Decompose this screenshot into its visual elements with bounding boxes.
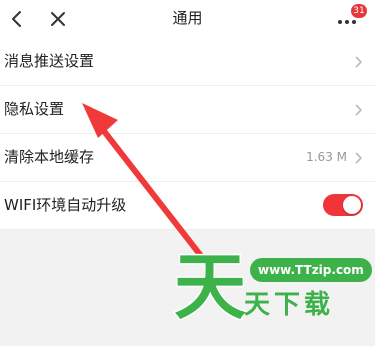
chevron-right-icon [355, 104, 363, 116]
settings-row-push[interactable]: 消息推送设置 [0, 38, 375, 86]
row-label: WIFI环境自动升级 [4, 196, 127, 214]
top-bar: 通用 31 [0, 0, 375, 38]
chevron-right-icon [355, 56, 363, 68]
row-label: 清除本地缓存 [4, 148, 95, 166]
wifi-upgrade-toggle[interactable] [323, 194, 363, 216]
cache-size-value: 1.63 M [306, 150, 347, 164]
page-title: 通用 [172, 9, 203, 27]
notification-badge: 31 [351, 4, 367, 18]
row-label: 消息推送设置 [4, 52, 95, 70]
toggle-knob [343, 196, 361, 214]
settings-row-privacy[interactable]: 隐私设置 [0, 86, 375, 134]
watermark-url: www.TTzip.com [250, 258, 372, 282]
settings-list: 消息推送设置 隐私设置 清除本地缓存 1.63 M WIFI环境自动升级 [0, 38, 375, 230]
row-label: 隐私设置 [4, 100, 65, 118]
settings-row-clear-cache[interactable]: 清除本地缓存 1.63 M [0, 134, 375, 182]
watermark-text: 天下载 [244, 290, 335, 320]
chevron-right-icon [355, 152, 363, 164]
watermark-logo: 天 [172, 246, 247, 326]
watermark-logo-char: 天 [174, 246, 246, 326]
settings-row-wifi-upgrade: WIFI环境自动升级 [0, 182, 375, 230]
